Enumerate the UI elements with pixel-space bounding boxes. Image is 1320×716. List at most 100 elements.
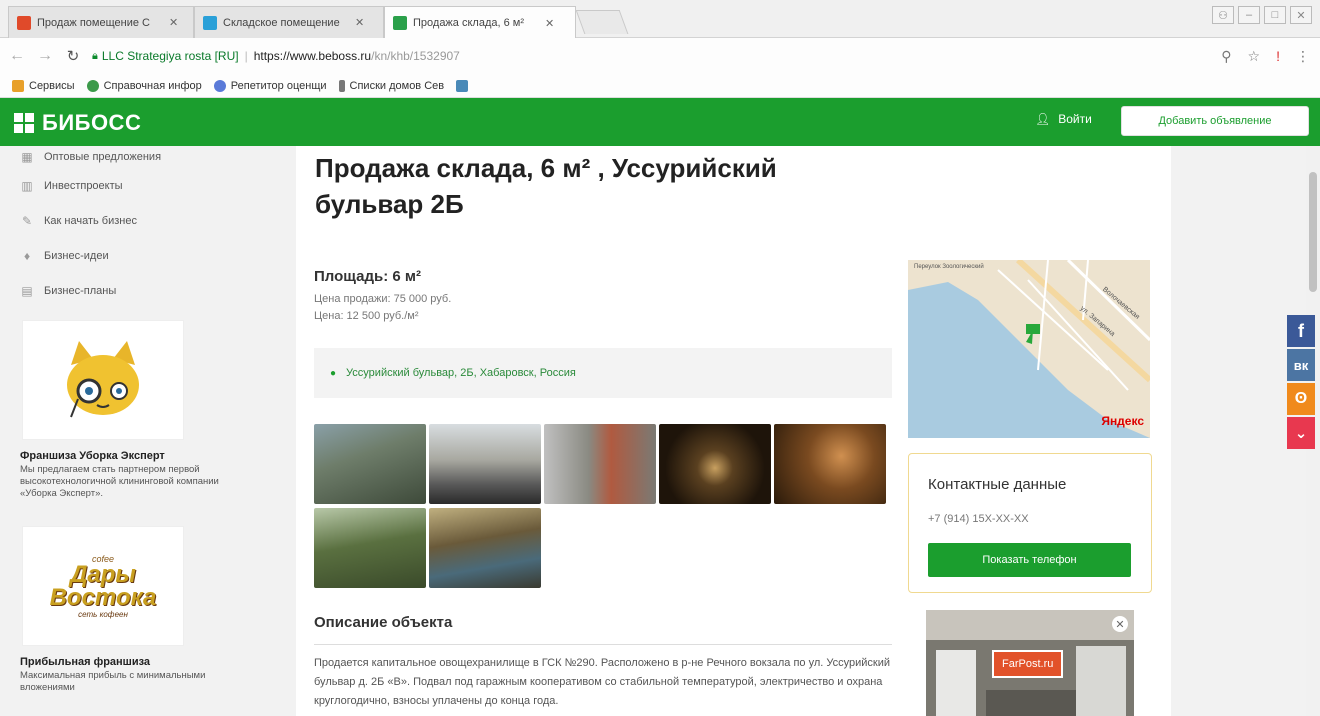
sidebar-item-investprojects[interactable]: ▥ Инвестпроекты — [20, 168, 270, 203]
coffee-ad-line1: Дары — [70, 560, 136, 588]
add-listing-button[interactable]: Добавить объявление — [1121, 106, 1309, 136]
profile-icon[interactable]: ⚇ — [1212, 6, 1234, 24]
contact-card: Контактные данные +7 (914) 15X-XX-XX Пок… — [908, 453, 1152, 593]
bookmark-house-lists[interactable]: Списки домов Сев — [338, 79, 444, 92]
tab-favicon-icon — [17, 15, 31, 30]
listing-area: Площадь: 6 м² — [314, 268, 421, 285]
description-text: Продается капитальное овощехранилище в Г… — [314, 657, 891, 707]
map-pin-icon: ● — [330, 367, 337, 379]
ad-title[interactable]: Франшиза Уборка Эксперт — [20, 450, 270, 462]
social-share-bar: f вк ʘ ⌄ — [1287, 315, 1315, 451]
browser-tab-1[interactable]: Продаж помещение С ✕ — [8, 6, 194, 38]
bottle-icon — [338, 79, 345, 92]
scrollbar-thumb[interactable] — [1309, 172, 1317, 292]
photo-thumbnail[interactable] — [429, 508, 541, 588]
bookmark-tutor[interactable]: Репетитор оценщи — [213, 79, 327, 92]
coffee-ad-line2: Востока — [49, 583, 157, 611]
apps-grid-icon — [12, 79, 24, 92]
farpost-ad[interactable]: FarPost.ru ✕ — [926, 610, 1134, 716]
tab-favicon-icon — [393, 16, 407, 30]
left-sidebar: ▦ Оптовые предложения ▥ Инвестпроекты ✎ … — [20, 146, 270, 716]
sidebar-item-business-plans[interactable]: ▤ Бизнес-планы — [20, 273, 270, 308]
map-canvas — [908, 260, 1150, 438]
close-tab-icon[interactable]: ✕ — [545, 17, 554, 30]
divider — [314, 644, 892, 645]
ad-text: Максимальная прибыль с минимальными влож… — [20, 670, 206, 693]
building-icon: ▥ — [21, 178, 33, 193]
document-icon: ▤ — [21, 283, 33, 298]
photo-thumbnail[interactable] — [429, 424, 541, 504]
tab-favicon-icon — [203, 15, 217, 30]
browser-tab-3-active[interactable]: Продажа склада, 6 м² ✕ — [384, 6, 576, 39]
franchise-ad-image[interactable] — [22, 320, 184, 440]
sidebar-item-how-to-start[interactable]: ✎ Как начать бизнес — [20, 203, 270, 238]
address-link[interactable]: Уссурийский бульвар, 2Б, Хабаровск, Росс… — [346, 367, 576, 379]
close-tab-icon[interactable]: ✕ — [169, 16, 178, 29]
facebook-icon[interactable]: f — [1287, 315, 1315, 347]
listing-content: Продажа склада, 6 м² , Уссурийский бульв… — [296, 146, 1171, 716]
pencil-icon: ✎ — [21, 213, 33, 228]
photo-thumbnail[interactable] — [544, 424, 656, 504]
photo-thumbnail[interactable] — [314, 424, 426, 504]
address-bar-row: ← → ↻ 🔒︎ LLC Strategiya rosta [RU] | htt… — [0, 38, 1320, 74]
user-icon: 👤︎ — [1035, 112, 1051, 126]
description-heading: Описание объекта — [314, 614, 453, 631]
sidebar-item-business-ideas[interactable]: ♦ Бизнес-идеи — [20, 238, 270, 273]
yandex-logo: Яндекс — [1101, 414, 1144, 428]
farpost-label: FarPost.ru — [992, 650, 1064, 678]
listing-price-per-m2: Цена: 12 500 руб./м² — [314, 310, 419, 322]
photo-thumbnail[interactable] — [774, 424, 886, 504]
globe-icon — [86, 79, 99, 92]
page-title: Продажа склада, 6 м² , Уссурийский бульв… — [315, 153, 777, 219]
browser-tab-2[interactable]: Складское помещение ✕ — [194, 6, 384, 38]
contact-title: Контактные данные — [928, 476, 1067, 493]
cat-mascot-icon — [67, 341, 139, 418]
extension-icon[interactable]: ! — [1276, 48, 1280, 65]
photo-thumbnail[interactable] — [314, 508, 426, 588]
site-logo[interactable]: БИБОСС — [14, 110, 141, 136]
url-separator: | — [244, 49, 248, 63]
pocket-icon[interactable]: ⌄ — [1287, 417, 1315, 449]
show-phone-button[interactable]: Показать телефон — [928, 543, 1131, 577]
lock-icon: 🔒︎ — [92, 49, 98, 62]
ad-title[interactable]: Прибыльная франшиза — [20, 656, 270, 668]
url-path: /kn/khb/1532907 — [371, 49, 460, 63]
photo-thumbnail[interactable] — [659, 424, 771, 504]
coffee-ad-image[interactable]: cofee Дары Востока сеть кофеен — [22, 526, 184, 646]
reload-icon[interactable]: ↻ — [62, 47, 84, 65]
bookmark-services[interactable]: Сервисы — [12, 79, 75, 92]
window-controls: ⚇ – □ ✕ — [1212, 6, 1312, 24]
minimize-icon[interactable]: – — [1238, 6, 1260, 24]
bookmark-image[interactable] — [456, 79, 473, 92]
url-field[interactable]: 🔒︎ LLC Strategiya rosta [RU] | https://w… — [92, 43, 1272, 69]
map-place-label: Переулок Зоологический — [914, 264, 984, 270]
new-tab-button[interactable] — [575, 10, 629, 34]
close-window-icon[interactable]: ✕ — [1290, 6, 1312, 24]
ad-text: Мы предлагаем стать партнером первой выс… — [20, 464, 219, 499]
address-block: ● Уссурийский бульвар, 2Б, Хабаровск, Ро… — [314, 348, 892, 398]
bookmark-star-icon[interactable]: ☆ — [1248, 48, 1261, 65]
bookmark-reference[interactable]: Справочная инфор — [86, 79, 202, 92]
vk-icon[interactable]: вк — [1287, 349, 1315, 381]
lightbulb-icon: ♦ — [23, 248, 31, 263]
maximize-icon[interactable]: □ — [1264, 6, 1286, 24]
menu-kebab-icon[interactable]: ⋮ — [1296, 48, 1310, 65]
odnoklassniki-icon[interactable]: ʘ — [1287, 383, 1315, 415]
ssl-org-label: LLC Strategiya rosta [RU] — [101, 49, 239, 63]
zoom-icon[interactable]: ⚲ — [1221, 48, 1231, 65]
close-ad-icon[interactable]: ✕ — [1112, 616, 1128, 632]
back-arrow-icon[interactable]: ← — [6, 47, 28, 65]
site-icon — [213, 79, 226, 92]
address-bar-icons: ⚲ ☆ ! ⋮ — [1221, 48, 1310, 65]
close-tab-icon[interactable]: ✕ — [355, 16, 364, 29]
listing-price: Цена продажи: 75 000 руб. — [314, 293, 452, 305]
boxes-icon: ▦ — [21, 150, 33, 164]
image-icon — [456, 79, 469, 92]
logo-mark-icon — [14, 113, 34, 133]
login-link[interactable]: 👤︎ Войти — [1035, 112, 1092, 126]
location-map[interactable]: Переулок Зоологический ул. Запарина Воло… — [908, 260, 1150, 438]
forward-arrow-icon[interactable]: → — [34, 47, 56, 65]
sidebar-item-wholesale[interactable]: ▦ Оптовые предложения — [20, 146, 270, 168]
contact-phone-masked: +7 (914) 15X-XX-XX — [928, 513, 1029, 525]
bookmarks-bar: Сервисы Справочная инфор Репетитор оценщ… — [0, 74, 1320, 98]
